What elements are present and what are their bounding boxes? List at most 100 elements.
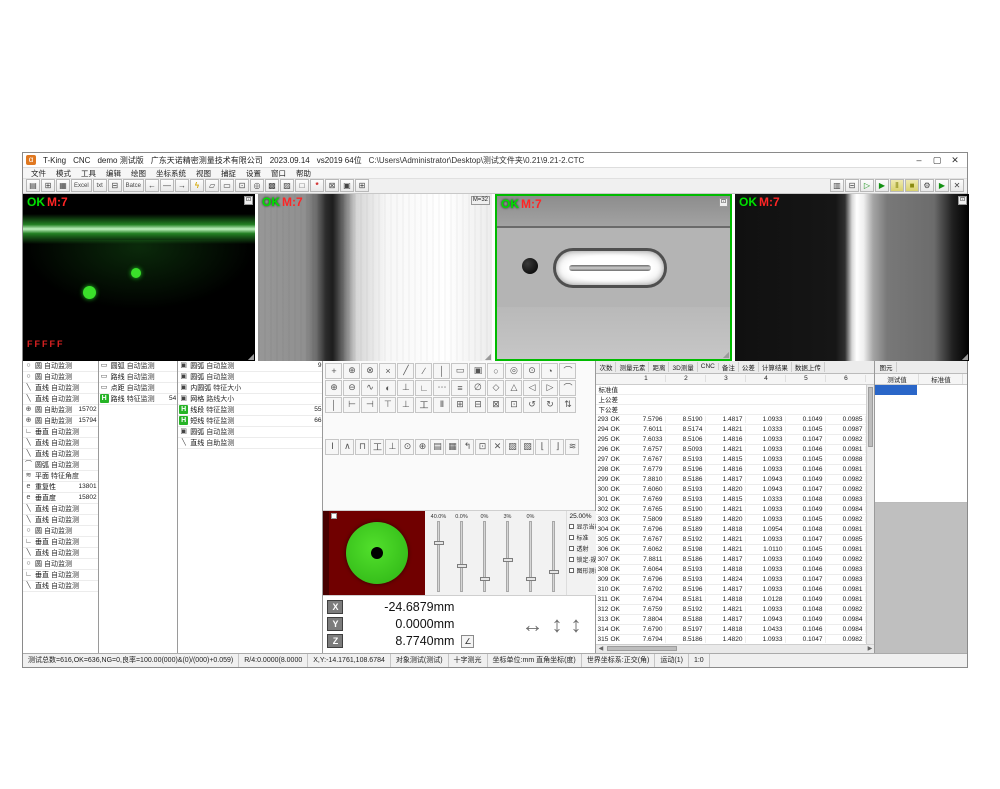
construction-tool-icon[interactable]: ∧ [340, 439, 354, 455]
construction-tool-icon[interactable]: 工 [370, 439, 384, 455]
construction-tool-icon[interactable]: ↰ [460, 439, 474, 455]
geometry-tool-icon[interactable]: ↻ [541, 397, 558, 413]
list-item[interactable]: ⌒ 圆弧 自动监测 [23, 460, 98, 471]
slider-track[interactable] [460, 521, 463, 592]
list-item[interactable]: ○ 圆 自动监测 [23, 361, 98, 372]
jog-vertical-icon[interactable]: ↕ [570, 612, 581, 638]
construction-tool-icon[interactable]: ▧ [520, 439, 534, 455]
list-item[interactable]: ▣ 网格 路线大小 [178, 394, 322, 405]
column-header[interactable]: 1 [626, 375, 666, 382]
menu-item[interactable]: 绘图 [126, 168, 151, 179]
geometry-tool-icon[interactable]: ⊖ [343, 380, 360, 396]
list-item[interactable]: ╲ 直线 自动监测 [23, 449, 98, 460]
slider-thumb[interactable] [526, 577, 536, 581]
resize-grip-icon[interactable]: ◢ [485, 352, 491, 361]
geometry-tool-icon[interactable]: ○ [487, 363, 504, 379]
minimize-button[interactable]: – [910, 153, 928, 167]
camera-view-3-selected[interactable]: OKM:7 ⊡ ◢ [495, 194, 732, 361]
table-vertical-scrollbar[interactable] [866, 385, 874, 644]
list-item[interactable]: ▭ 圆弧 自动监测 [99, 361, 178, 372]
batch-button[interactable]: Batce [123, 179, 144, 192]
menu-item[interactable]: 视图 [191, 168, 216, 179]
table-row[interactable]: 304 OK 7.6796 8.5189 1.4818 1.0954 0.104… [596, 525, 866, 535]
table-tab[interactable]: CNC [698, 363, 719, 370]
resize-grip-icon[interactable]: ◢ [962, 352, 968, 361]
table-row[interactable]: 298 OK 7.6779 8.5196 1.4816 1.0933 0.104… [596, 465, 866, 475]
geometry-tool-icon[interactable]: ⊥ [397, 397, 414, 413]
construction-tool-icon[interactable]: ⊕ [415, 439, 429, 455]
geometry-tool-icon[interactable]: ◐ [379, 380, 396, 396]
slider-thumb[interactable] [480, 577, 490, 581]
calibration-star-icon[interactable]: * [310, 179, 324, 192]
geometry-tool-icon[interactable]: ⊞ [451, 397, 468, 413]
list-item[interactable]: ▭ 路线 自动监测 [99, 372, 178, 383]
camera-view-4[interactable]: OKM:7 ⊡ ◢ [735, 194, 969, 361]
list-item[interactable]: ╲ 直线 自动监测 [23, 515, 98, 526]
geometry-tool-icon[interactable]: ◇ [487, 380, 504, 396]
geometry-tool-icon[interactable]: │ [325, 397, 342, 413]
geometry-tool-icon[interactable]: ⊙ [523, 363, 540, 379]
menu-item[interactable]: 工具 [76, 168, 101, 179]
light-slider[interactable]: 0% [475, 514, 493, 592]
construction-tool-icon[interactable]: ⊡ [475, 439, 489, 455]
menu-item[interactable]: 坐标系统 [151, 168, 191, 179]
target-icon[interactable]: ▣ [340, 179, 354, 192]
tolerance-row[interactable]: 标准值 [596, 385, 866, 395]
element-panel-tab[interactable]: 图元 [875, 362, 897, 372]
list-item[interactable]: ○ 圆 自动监测 [23, 372, 98, 383]
cam3-window-icon[interactable]: ⊡ [719, 198, 728, 207]
slider-thumb[interactable] [549, 570, 559, 574]
light-slider[interactable]: 0.0% [452, 514, 470, 592]
zoom-icon[interactable]: ◎ [250, 179, 264, 192]
undo-icon[interactable]: ← [145, 179, 159, 192]
geometry-tool-icon[interactable]: Ⅱ [433, 397, 450, 413]
camera-view-2[interactable]: OKM:7 M=32 ◢ [258, 194, 492, 361]
table-row[interactable]: 293 OK 7.5796 8.5190 1.4817 1.0933 0.104… [596, 415, 866, 425]
list-item[interactable]: ○ 圆 自动监测 [23, 559, 98, 570]
shape-icon[interactable]: ▱ [205, 179, 219, 192]
table-row[interactable]: 306 OK 7.6062 8.5198 1.4821 1.0110 0.104… [596, 545, 866, 555]
geometry-tool-icon[interactable]: ▷ [541, 380, 558, 396]
table-row[interactable]: 311 OK 7.6794 8.5181 1.4818 1.0128 0.104… [596, 595, 866, 605]
light-ring-indicator[interactable] [346, 522, 408, 584]
geometry-tool-icon[interactable]: ⋯ [433, 380, 450, 396]
camera-view-1[interactable]: OKM:7 ⊡ FFFFF ◢ [23, 194, 255, 361]
pattern-icon[interactable]: ▩ [265, 179, 279, 192]
list-item[interactable]: e 重复性 13801 [23, 482, 98, 493]
geometry-tool-icon[interactable]: ⊕ [343, 363, 360, 379]
ring-light-preview[interactable] [323, 511, 425, 595]
table-tab[interactable]: 计算结果 [759, 362, 792, 372]
tolerance-row[interactable]: 上公差 [596, 395, 866, 405]
geometry-tool-icon[interactable]: ↺ [523, 397, 540, 413]
list-item[interactable]: ╲ 直线 自动监测 [23, 548, 98, 559]
geometry-tool-icon[interactable]: ◎ [505, 363, 522, 379]
table-row[interactable]: 314 OK 7.6790 8.5197 1.4818 1.0433 0.104… [596, 625, 866, 635]
report-icon[interactable]: ⊟ [108, 179, 122, 192]
light-slider[interactable]: 0% [521, 514, 539, 592]
run-all-button[interactable]: ▶ [875, 179, 889, 192]
scrollbar-thumb[interactable] [607, 646, 677, 651]
checkbox-icon[interactable] [569, 524, 574, 529]
jog-horizontal-icon[interactable]: ↔ [521, 612, 543, 638]
checkbox-icon[interactable] [569, 546, 574, 551]
geometry-tool-icon[interactable]: 工 [415, 397, 432, 413]
geometry-tool-icon[interactable]: ∕ [415, 363, 432, 379]
list-item[interactable]: ╲ 直线 自动监测 [23, 504, 98, 515]
run-single-button[interactable]: ▷ [860, 179, 874, 192]
pause-button[interactable]: Ⅱ [890, 179, 904, 192]
menu-item[interactable]: 编辑 [101, 168, 126, 179]
list-item[interactable]: ╲ 直线 自动监测 [23, 581, 98, 592]
list-item[interactable]: e 垂直度 15802 [23, 493, 98, 504]
lightning-trigger-icon[interactable]: ϟ [190, 179, 204, 192]
list-item[interactable]: ╲ 直线 自动监测 [23, 438, 98, 449]
rect-measure-icon[interactable]: ▭ [220, 179, 234, 192]
menu-item[interactable]: 模式 [51, 168, 76, 179]
geometry-tool-icon[interactable]: ⊟ [469, 397, 486, 413]
column-header[interactable]: 6 [826, 375, 866, 382]
table-row[interactable]: 312 OK 7.6759 8.5192 1.4821 1.0933 0.104… [596, 605, 866, 615]
resize-grip-icon[interactable]: ◢ [723, 350, 729, 359]
list-item[interactable]: ╲ 直线 自动监测 [23, 394, 98, 405]
menu-item[interactable]: 窗口 [266, 168, 291, 179]
list-item[interactable]: ▣ 圆弧 自动监测 [178, 427, 322, 438]
geometry-tool-icon[interactable]: ∟ [415, 380, 432, 396]
